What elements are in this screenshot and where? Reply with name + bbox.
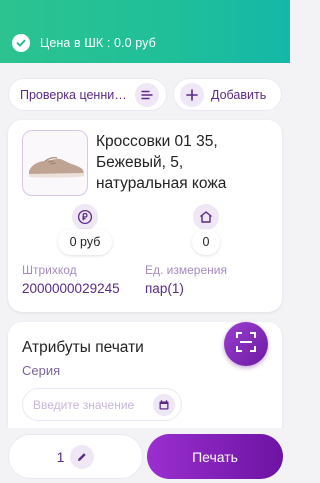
product-image[interactable]: [22, 130, 88, 196]
check-price-label: Проверка ценни…: [20, 87, 127, 102]
plus-icon: [180, 82, 204, 107]
print-button[interactable]: Печать: [147, 434, 283, 479]
ruble-icon: [72, 204, 98, 230]
unit-label: Ед. измерения: [145, 263, 227, 277]
product-card: Кроссовки 01 35, Бежевый, 5, натуральная…: [8, 120, 282, 312]
barcode-label: Штрихкод: [22, 263, 77, 277]
add-label: Добавить: [211, 87, 267, 102]
series-placeholder: Введите значение: [33, 397, 135, 412]
barcode-scan-icon: [234, 330, 258, 359]
series-label: Серия: [22, 363, 61, 378]
price-value: 0 руб: [58, 229, 112, 255]
barcode-price-text: Цена в ШК : 0.0 руб: [40, 36, 156, 50]
pencil-icon[interactable]: [70, 444, 95, 469]
stock-value: 0: [192, 229, 220, 255]
print-label: Печать: [192, 448, 238, 465]
check-price-button[interactable]: Проверка ценни…: [8, 78, 167, 111]
series-input[interactable]: Введите значение: [22, 388, 182, 421]
unit-value: пар(1): [145, 281, 184, 296]
quantity-value: 1: [56, 448, 65, 465]
sort-list-icon: [135, 83, 159, 107]
barcode-value: 2000000029245: [22, 281, 120, 296]
check-circle-icon: [12, 34, 30, 52]
product-name: Кроссовки 01 35, Бежевый, 5, натуральная…: [96, 133, 227, 192]
home-icon: [193, 204, 219, 230]
quantity-field[interactable]: 1: [8, 434, 143, 479]
barcode-scan-button[interactable]: [224, 322, 268, 366]
print-attributes-title: Атрибуты печати: [22, 339, 144, 356]
status-banner: Цена в ШК : 0.0 руб: [0, 0, 290, 63]
calendar-icon[interactable]: [153, 394, 175, 416]
add-button[interactable]: Добавить: [173, 78, 282, 111]
